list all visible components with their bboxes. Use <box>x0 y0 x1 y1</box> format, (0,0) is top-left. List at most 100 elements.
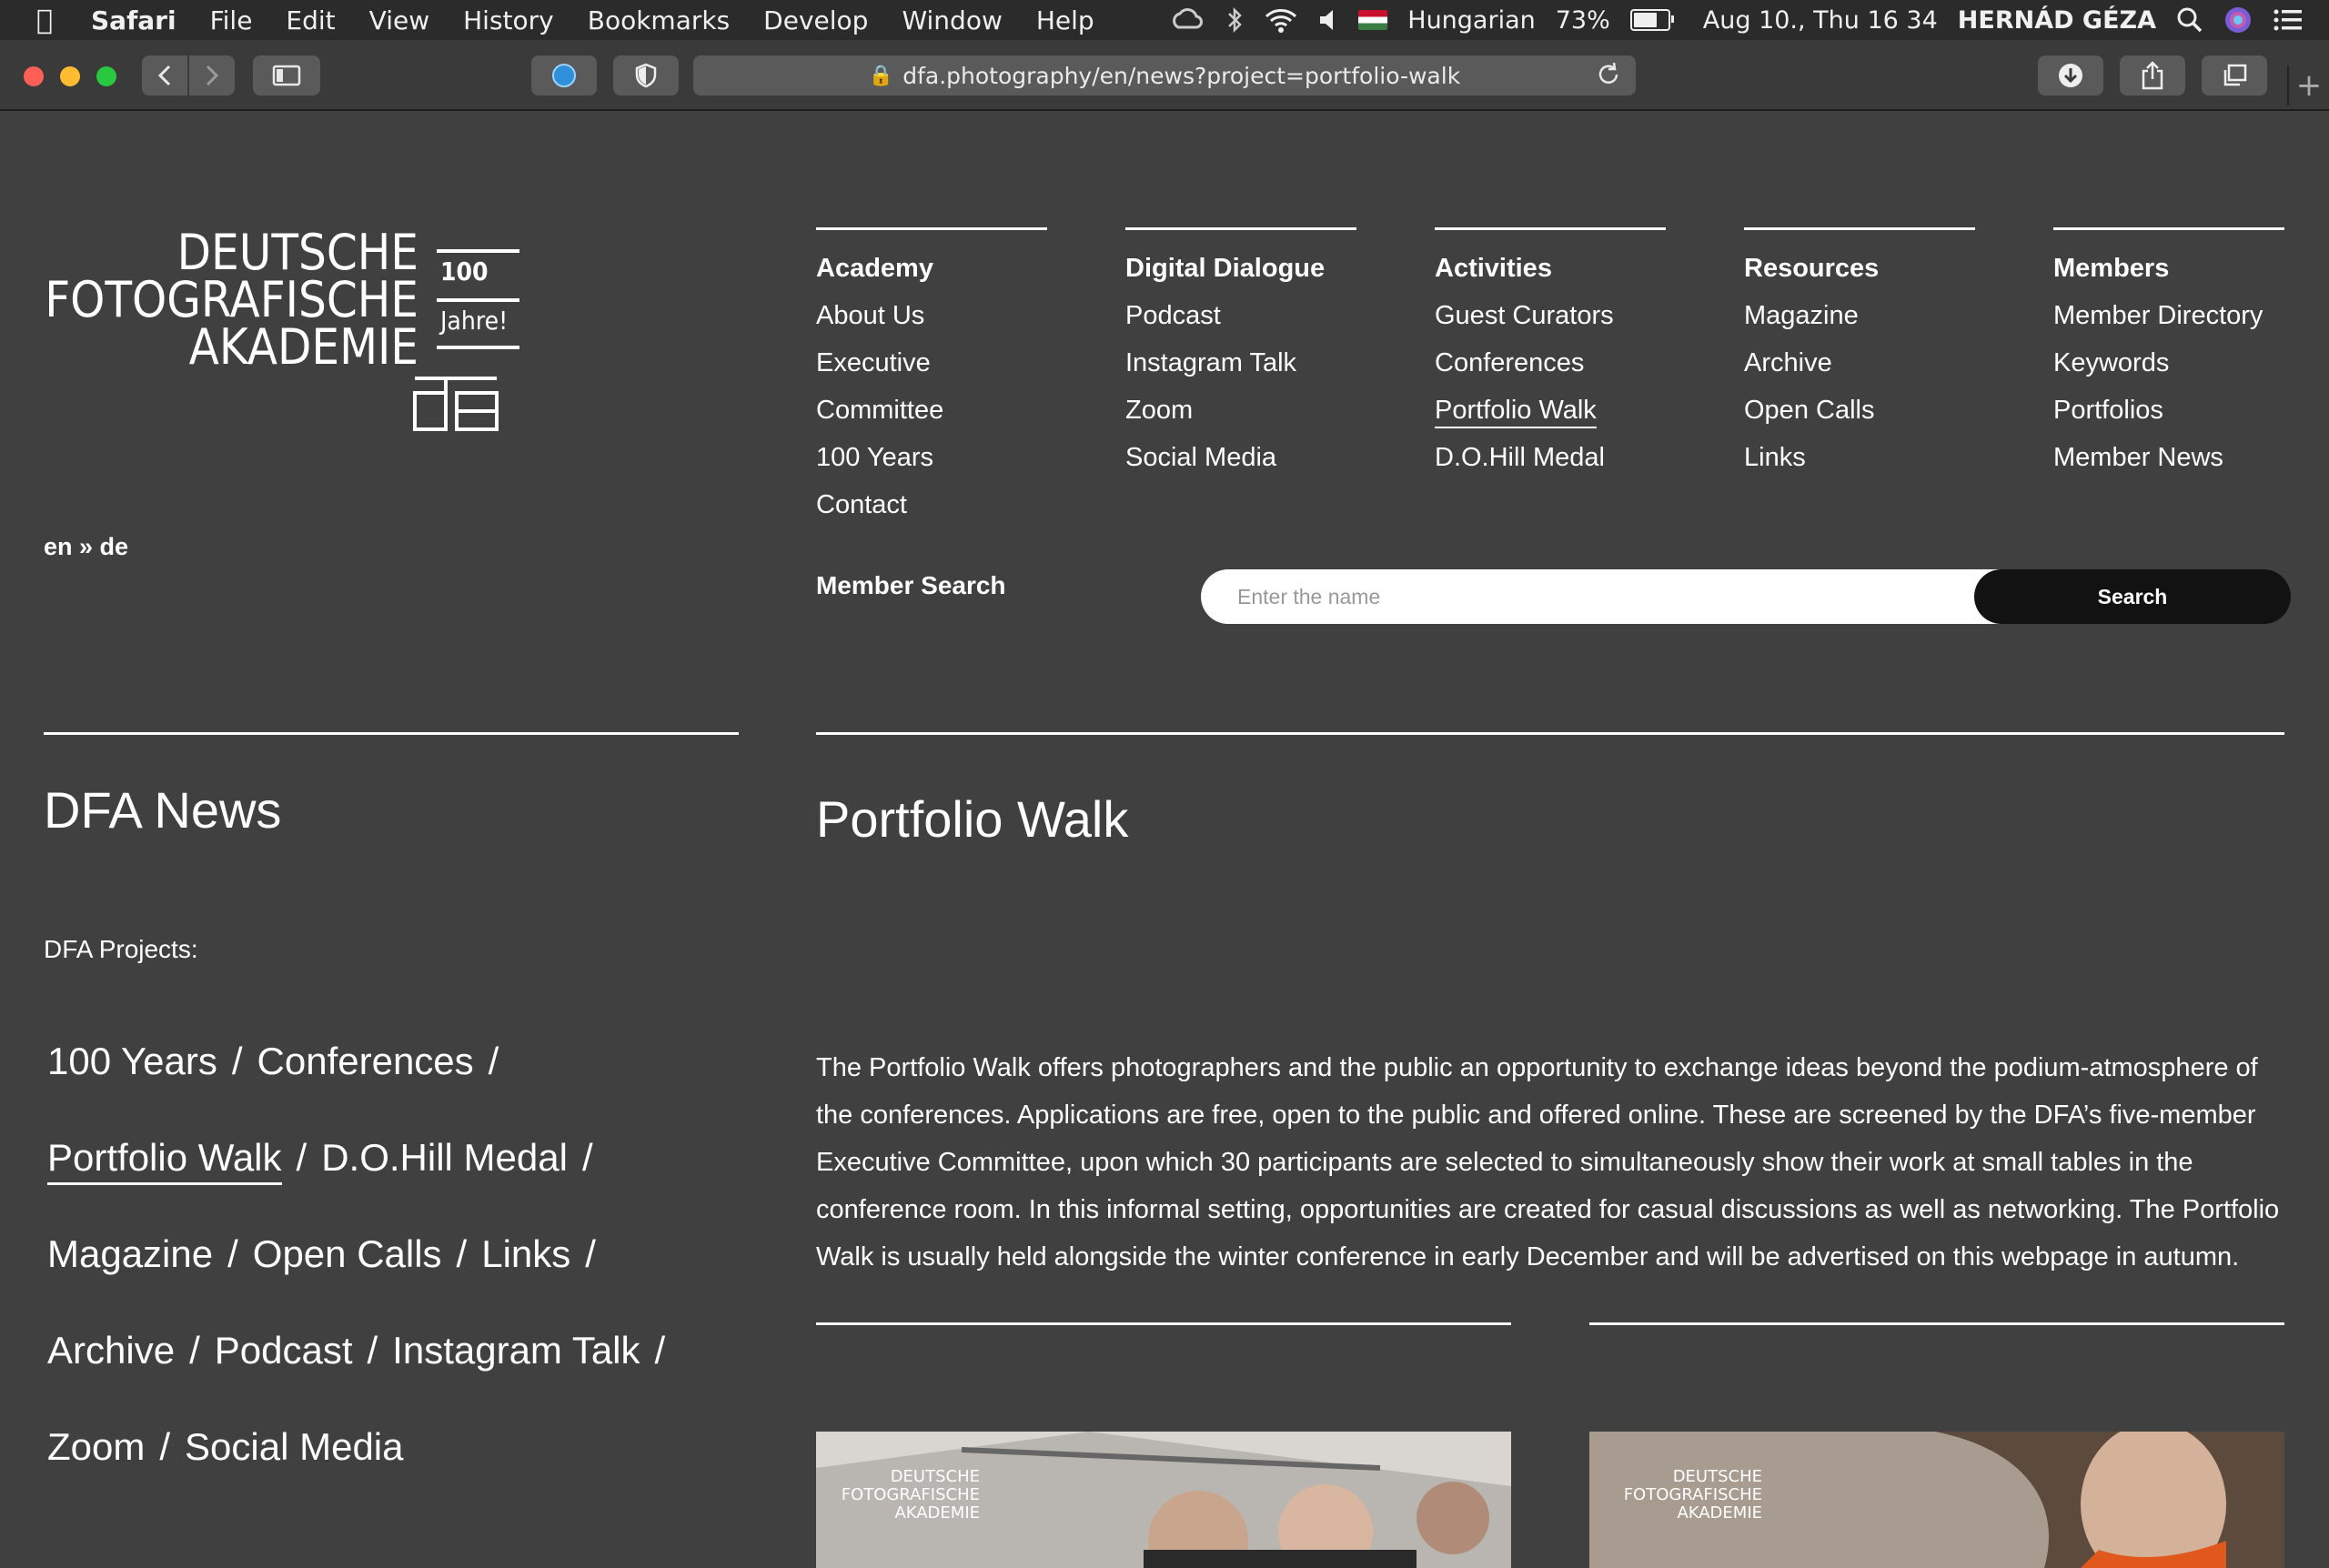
menu-view[interactable]: View <box>369 5 429 35</box>
nav-link-podcast[interactable]: Podcast <box>1125 292 1356 339</box>
project-link-open-calls[interactable]: Open Calls <box>253 1206 442 1302</box>
nav-link-portfolios[interactable]: Portfolios <box>2053 387 2284 434</box>
search-button[interactable]: Search <box>1974 569 2291 624</box>
nav-link-links[interactable]: Links <box>1744 434 1975 481</box>
share-icon <box>2142 61 2163 90</box>
project-label: Magazine <box>47 1232 214 1275</box>
hungarian-flag-icon[interactable] <box>1358 10 1388 30</box>
nav-link-archive[interactable]: Archive <box>1744 339 1975 387</box>
privacy-shield-button[interactable] <box>613 55 679 95</box>
address-bar[interactable]: 🔒 dfa.photography/en/news?project=portfo… <box>693 55 1636 95</box>
nav-column-digital-dialogue: Digital Dialogue Podcast Instagram Talk … <box>1125 227 1356 481</box>
siri-icon[interactable] <box>2223 5 2253 35</box>
nav-rule <box>2053 227 2284 230</box>
wifi-icon[interactable] <box>1264 6 1298 34</box>
nav-link-conferences[interactable]: Conferences <box>1435 339 1666 387</box>
nav-link-guest-curators[interactable]: Guest Curators <box>1435 292 1666 339</box>
gallery-photo-1[interactable]: DEUTSCHE FOTOGRAFISCHE AKADEMIE <box>816 1432 1511 1568</box>
nav-column-academy: Academy About Us Executive Committee 100… <box>816 227 1047 528</box>
nav-link-keywords[interactable]: Keywords <box>2053 339 2284 387</box>
nav-link-100-years[interactable]: 100 Years <box>816 434 1047 481</box>
input-language[interactable]: Hungarian <box>1407 6 1535 35</box>
nav-head-academy[interactable]: Academy <box>816 245 1047 292</box>
gallery-photo-2[interactable]: DEUTSCHE FOTOGRAFISCHE AKADEMIE <box>1589 1432 2284 1568</box>
nav-link-contact[interactable]: Contact <box>816 481 1047 528</box>
nav-link-about-us[interactable]: About Us <box>816 292 1047 339</box>
gallery-item-1[interactable]: DEUTSCHE FOTOGRAFISCHE AKADEMIE <box>816 1322 1511 1568</box>
photo-logo-line-2: FOTOGRAFISCHE <box>1624 1485 1762 1504</box>
back-button[interactable] <box>142 55 187 95</box>
apple-menu-icon[interactable]:  <box>36 5 53 36</box>
menu-bookmarks[interactable]: Bookmarks <box>588 5 730 35</box>
member-search-label: Member Search <box>816 571 1006 599</box>
menu-app-name[interactable]: Safari <box>91 5 176 35</box>
new-tab-button[interactable]: + <box>2287 65 2329 106</box>
creative-cloud-icon[interactable] <box>1169 7 1205 33</box>
battery-icon[interactable] <box>1629 9 1674 31</box>
zoom-window-button[interactable] <box>96 66 116 86</box>
downloads-button[interactable] <box>2038 55 2103 95</box>
project-link-zoom[interactable]: Zoom <box>47 1399 145 1495</box>
nav-link-instagram-talk[interactable]: Instagram Talk <box>1125 339 1356 387</box>
notification-center-icon[interactable] <box>2273 7 2304 33</box>
close-window-button[interactable] <box>24 66 44 86</box>
sidebar-toggle-button[interactable] <box>253 55 320 95</box>
nav-link-dohill-medal[interactable]: D.O.Hill Medal <box>1435 434 1666 481</box>
share-button[interactable] <box>2120 55 2185 95</box>
chevron-right-icon <box>206 65 219 86</box>
minimize-window-button[interactable] <box>60 66 80 86</box>
project-link-links[interactable]: Links <box>481 1206 570 1302</box>
project-link-social-media[interactable]: Social Media <box>185 1399 403 1495</box>
tabs-icon <box>2223 64 2247 86</box>
nav-head-members[interactable]: Members <box>2053 245 2284 292</box>
gallery-item-2[interactable]: DEUTSCHE FOTOGRAFISCHE AKADEMIE <box>1589 1322 2284 1568</box>
nav-link-member-directory[interactable]: Member Directory <box>2053 292 2284 339</box>
forward-button[interactable] <box>189 55 235 95</box>
project-link-dohill-medal[interactable]: D.O.Hill Medal <box>321 1110 568 1206</box>
project-link-podcast[interactable]: Podcast <box>215 1302 353 1399</box>
menu-edit[interactable]: Edit <box>286 5 335 35</box>
clock[interactable]: Aug 10., Thu 16 34 <box>1703 6 1938 35</box>
project-link-100-years[interactable]: 100 Years <box>47 1013 217 1110</box>
project-link-conferences[interactable]: Conferences <box>257 1013 474 1110</box>
menu-window[interactable]: Window <box>902 5 1002 35</box>
menu-help[interactable]: Help <box>1036 5 1094 35</box>
nav-head-activities[interactable]: Activities <box>1435 245 1666 292</box>
nav-link-member-news[interactable]: Member News <box>2053 434 2284 481</box>
language-switcher[interactable]: en » de <box>44 533 128 561</box>
article-title: Portfolio Walk <box>816 790 1129 848</box>
project-line: Portfolio Walk / D.O.Hill Medal / <box>47 1110 739 1206</box>
url-text[interactable]: dfa.photography/en/news?project=portfoli… <box>902 63 1460 89</box>
tab-overview-button[interactable] <box>2202 55 2267 95</box>
nav-link-social-media[interactable]: Social Media <box>1125 434 1356 481</box>
nav-head-resources[interactable]: Resources <box>1744 245 1975 292</box>
user-name[interactable]: HERNÁD GÉZA <box>1958 6 2156 35</box>
reload-icon[interactable] <box>1596 61 1621 88</box>
nav-link-magazine[interactable]: Magazine <box>1744 292 1975 339</box>
menu-file[interactable]: File <box>210 5 253 35</box>
member-search-input[interactable] <box>1201 569 2038 624</box>
volume-icon[interactable] <box>1318 7 1338 33</box>
menu-history[interactable]: History <box>463 5 554 35</box>
project-link-portfolio-walk[interactable]: Portfolio Walk <box>47 1110 282 1206</box>
project-line: Archive / Podcast / Instagram Talk / <box>47 1302 739 1399</box>
spotlight-search-icon[interactable] <box>2176 6 2203 34</box>
nav-head-digital-dialogue[interactable]: Digital Dialogue <box>1125 245 1356 292</box>
project-link-magazine[interactable]: Magazine <box>47 1206 213 1302</box>
nav-link-committee[interactable]: Committee <box>816 387 1047 434</box>
menu-develop[interactable]: Develop <box>763 5 868 35</box>
member-search-form: Search <box>1201 569 2291 626</box>
left-section-rule <box>44 732 739 735</box>
nav-link-open-calls[interactable]: Open Calls <box>1744 387 1975 434</box>
project-link-archive[interactable]: Archive <box>47 1302 175 1399</box>
nav-link-portfolio-walk[interactable]: Portfolio Walk <box>1435 387 1666 434</box>
project-line: Magazine / Open Calls / Links / <box>47 1206 739 1302</box>
extension-button[interactable] <box>531 55 597 95</box>
bluetooth-icon[interactable] <box>1225 6 1244 34</box>
logo-badge-top: 100 <box>440 256 489 286</box>
dfa-logo[interactable]: DEUTSCHE FOTOGRAFISCHE AKADEMIE 100 Jahr… <box>42 222 524 440</box>
separator: / <box>189 1329 200 1372</box>
nav-link-zoom[interactable]: Zoom <box>1125 387 1356 434</box>
project-link-instagram-talk[interactable]: Instagram Talk <box>392 1302 640 1399</box>
nav-link-executive[interactable]: Executive <box>816 339 1047 387</box>
